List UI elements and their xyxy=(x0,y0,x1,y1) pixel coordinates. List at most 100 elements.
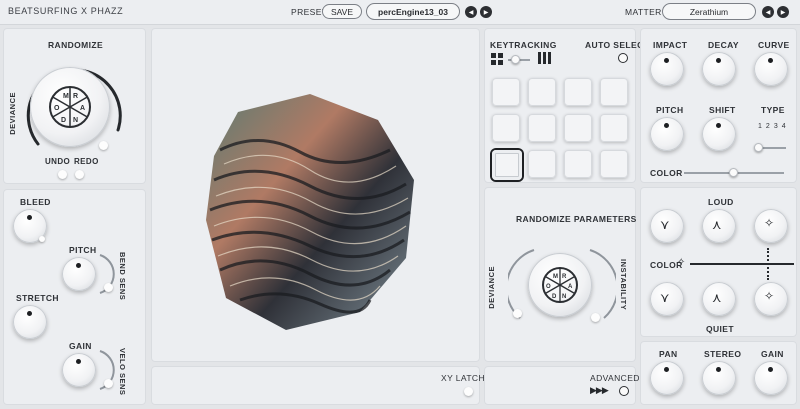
deviance-label: DEVIANCE xyxy=(8,92,17,135)
pitch-env-label: PITCH xyxy=(656,105,684,115)
pitch-knob[interactable] xyxy=(62,257,96,291)
pitch-label: PITCH xyxy=(69,245,97,255)
pitch-env-knob[interactable] xyxy=(650,117,684,151)
curve-knob[interactable] xyxy=(754,52,788,86)
curve-up-icon: ⋎ xyxy=(660,217,670,232)
type-option[interactable]: 4 xyxy=(782,123,786,130)
velo-sens-handle[interactable] xyxy=(104,379,113,388)
sample-pad[interactable] xyxy=(600,150,628,178)
gain-knob[interactable] xyxy=(62,353,96,387)
sample-pad[interactable] xyxy=(564,150,592,178)
dice-letter: R xyxy=(73,93,78,100)
bend-sens-handle[interactable] xyxy=(104,283,113,292)
pad-grid xyxy=(492,78,632,180)
bleed-mod-dot[interactable] xyxy=(39,236,45,242)
sample-pad[interactable] xyxy=(564,78,592,106)
stereo-knob[interactable] xyxy=(702,361,736,395)
stretch-label: STRETCH xyxy=(16,293,59,303)
dice-letter: N xyxy=(73,117,78,124)
sparkle-icon: ✧ xyxy=(764,216,775,230)
randomize-title: RANDOMIZE xyxy=(48,40,104,50)
sample-pad[interactable] xyxy=(492,150,522,180)
sample-pad[interactable] xyxy=(528,78,556,106)
triangle-left-icon: ◀ xyxy=(468,9,474,16)
xy-latch-toggle[interactable] xyxy=(464,387,473,396)
advanced-toggle[interactable] xyxy=(619,386,629,396)
sample-pad[interactable] xyxy=(600,114,628,142)
auto-select-toggle[interactable] xyxy=(618,53,628,63)
advanced-label: ADVANCED xyxy=(590,373,640,383)
preset-name-field[interactable]: percEngine13_03 xyxy=(366,3,460,20)
undo-label: UNDO xyxy=(45,157,71,166)
type-option[interactable]: 1 xyxy=(758,123,762,130)
sample-pad[interactable] xyxy=(492,114,520,142)
advanced-bar xyxy=(484,366,636,405)
sample-pad[interactable] xyxy=(600,78,628,106)
curve-down-icon: ⋏ xyxy=(712,217,722,232)
curve-down-icon: ⋏ xyxy=(712,290,722,305)
type-option[interactable]: 3 xyxy=(774,123,778,130)
deviance-handle[interactable] xyxy=(99,141,108,150)
type-option[interactable]: 2 xyxy=(766,123,770,130)
shift-label: SHIFT xyxy=(709,105,736,115)
type-label: TYPE xyxy=(761,105,785,115)
dice-letter: A xyxy=(80,105,85,112)
stretch-knob[interactable] xyxy=(13,305,47,339)
xy-latch-label: XY LATCH xyxy=(441,373,485,383)
pan-label: PAN xyxy=(659,349,678,359)
dice-letter: D xyxy=(61,117,66,124)
dice-letter: D xyxy=(552,294,557,300)
dice-letter: M xyxy=(63,93,69,100)
rp-deviance-label: DEVIANCE xyxy=(487,266,496,309)
sample-pad[interactable] xyxy=(528,114,556,142)
rp-instability-handle[interactable] xyxy=(591,313,600,322)
preset-prev-button[interactable]: ◀ xyxy=(465,6,477,18)
xy-latch-bar xyxy=(151,366,480,405)
curve-up-icon: ⋎ xyxy=(660,290,670,305)
type-slider-thumb[interactable] xyxy=(754,143,763,152)
output-gain-label: GAIN xyxy=(761,349,784,359)
triangle-right-icon: ▶ xyxy=(483,9,489,16)
brand-title: BEATSURFING X PHAZZ xyxy=(8,6,124,16)
triple-play-icon: ▶▶▶ xyxy=(590,385,609,395)
matter-prev-button[interactable]: ◀ xyxy=(762,6,774,18)
gain-label: GAIN xyxy=(69,341,92,351)
impact-knob[interactable] xyxy=(650,52,684,86)
matter-name-field[interactable]: Zerathium xyxy=(662,3,756,20)
redo-button[interactable] xyxy=(75,170,84,179)
sample-pad[interactable] xyxy=(564,114,592,142)
color-slider-thumb[interactable] xyxy=(729,168,738,177)
sample-pad[interactable] xyxy=(528,150,556,178)
matter-label: MATTER xyxy=(625,7,662,17)
matter-next-button[interactable]: ▶ xyxy=(777,6,789,18)
sample-pad[interactable] xyxy=(492,78,520,106)
undo-button[interactable] xyxy=(58,170,67,179)
rp-deviance-handle[interactable] xyxy=(513,309,522,318)
triangle-left-icon: ◀ xyxy=(765,9,771,16)
dice-wheel-icon: M R A N D O xyxy=(49,86,91,128)
shift-knob[interactable] xyxy=(702,117,736,151)
preset-next-button[interactable]: ▶ xyxy=(480,6,492,18)
redo-label: REDO xyxy=(74,157,99,166)
color-label: COLOR xyxy=(650,168,683,178)
sun-icon: ✧ xyxy=(677,257,686,268)
matter-visual[interactable] xyxy=(200,90,422,334)
randomize-parameters-title: RANDOMIZE PARAMETERS xyxy=(516,214,637,224)
keytracking-thumb[interactable] xyxy=(511,55,520,64)
bend-sens-label: BEND SENS xyxy=(118,252,127,301)
decay-knob[interactable] xyxy=(702,52,736,86)
dice-letter: M xyxy=(553,274,558,280)
pan-knob[interactable] xyxy=(650,361,684,395)
dice-letter: O xyxy=(54,105,60,112)
quiet-label: QUIET xyxy=(706,324,734,334)
loud-label: LOUD xyxy=(708,197,734,207)
dice-wheel-icon: M R A N D O xyxy=(542,267,578,303)
type-options: 1 2 3 4 xyxy=(758,123,786,130)
output-gain-knob[interactable] xyxy=(754,361,788,395)
curve-label: CURVE xyxy=(758,40,790,50)
save-button[interactable]: SAVE xyxy=(322,4,362,19)
impact-label: IMPACT xyxy=(653,40,688,50)
bleed-label: BLEED xyxy=(20,197,51,207)
stereo-label: STEREO xyxy=(704,349,742,359)
dyn-color-slider[interactable] xyxy=(690,263,794,265)
